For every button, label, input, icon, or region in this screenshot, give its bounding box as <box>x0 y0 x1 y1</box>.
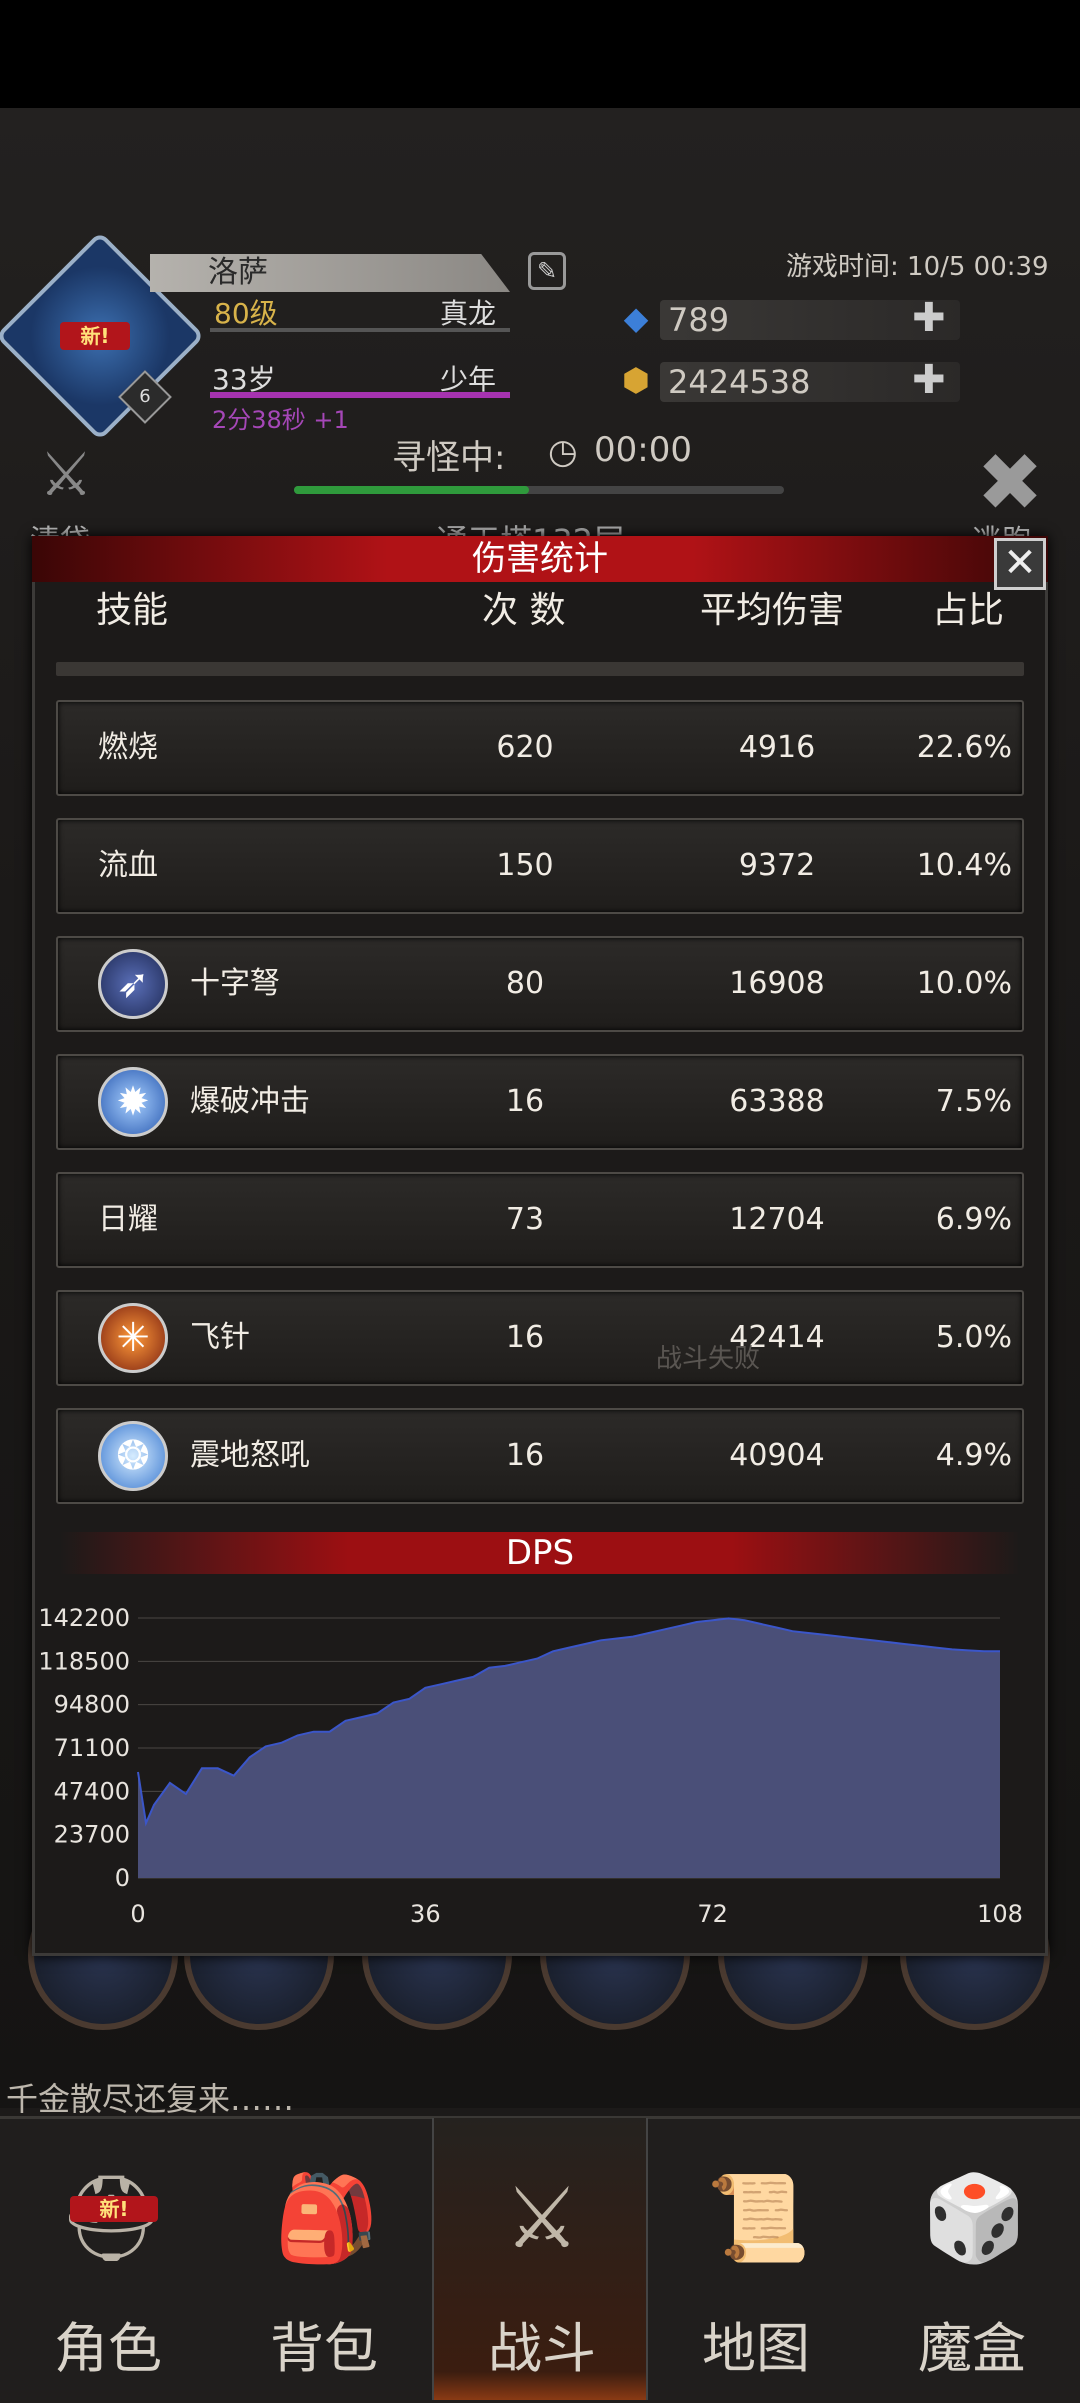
column-header-count: 次 数 <box>482 590 566 631</box>
edit-icon[interactable]: ✎ <box>528 252 566 290</box>
hunting-progress-fill <box>294 486 530 494</box>
skill-name: 流血 <box>98 848 158 883</box>
nav-label: 角色 <box>54 2317 162 2380</box>
nav-item-3[interactable]: 📜 地图 <box>648 2118 864 2400</box>
gem-icon: ◆ <box>623 299 649 337</box>
player-name: 洛萨 <box>208 255 268 290</box>
skill-average-damage: 16908 <box>729 966 825 1001</box>
gold-count: 2424538 <box>668 363 811 401</box>
skill-ratio: 22.6% <box>916 730 1012 765</box>
skill-ratio: 6.9% <box>935 1202 1012 1237</box>
game-time: 游戏时间: 10/5 00:39 <box>786 252 1049 282</box>
needle-icon: ✳ <box>98 1303 168 1373</box>
player-level: 80级 <box>214 297 278 330</box>
nav-item-1[interactable]: 🎒 背包 <box>216 2118 432 2400</box>
add-gems-icon[interactable]: ✚ <box>912 298 946 338</box>
skill-ratio: 4.9% <box>935 1438 1012 1473</box>
nav-new-badge: 新! <box>70 2196 158 2222</box>
y-tick-label: 71100 <box>54 1734 130 1762</box>
dps-chart: 142200 118500 94800 71100 47400 23700 00 36 72 10… <box>38 1604 1023 1928</box>
skill-count: 620 <box>496 730 554 765</box>
column-header-skill: 技能 <box>96 590 169 631</box>
skill-count: 16 <box>505 1320 545 1355</box>
y-tick-label: 23700 <box>54 1821 130 1849</box>
nav-item-0[interactable]: ⛑角色 <box>0 2118 216 2400</box>
close-button[interactable]: ✕ <box>994 538 1046 590</box>
nav-item-4[interactable]: 🎲 魔盒 <box>864 2118 1080 2400</box>
add-gold-icon[interactable]: ✚ <box>912 360 946 400</box>
gold-icon: ⬢ <box>622 361 650 399</box>
skill-ratio: 10.0% <box>916 966 1012 1001</box>
column-header-ratio: 占比 <box>932 590 1005 631</box>
avatar-level-text: 6 <box>139 386 151 407</box>
name-bar <box>150 254 510 292</box>
dps-title: DPS <box>505 1533 575 1573</box>
status-bar <box>0 0 1080 108</box>
skill-name: 爆破冲击 <box>190 1084 310 1119</box>
x-tick-label: 72 <box>697 1900 728 1928</box>
player-title: 真龙 <box>440 297 497 330</box>
y-tick-label: 142200 <box>38 1604 130 1632</box>
skill-name: 飞针 <box>190 1320 250 1355</box>
age-timer: 2分38秒 +1 <box>212 406 349 434</box>
roar-icon: ❂ <box>98 1421 168 1491</box>
skill-name: 震地怒吼 <box>190 1438 310 1473</box>
skill-count: 16 <box>505 1084 545 1119</box>
level-progress <box>210 328 510 332</box>
y-tick-label: 0 <box>115 1864 130 1892</box>
clock-icon: ◷ <box>548 432 578 472</box>
ticker-text: 千金散尽还复来…… <box>6 2080 295 2118</box>
skill-name: 十字弩 <box>190 966 280 1001</box>
scroll-map-icon: 📜 <box>706 2169 811 2267</box>
x-tick-label: 0 <box>130 1900 145 1928</box>
nav-label: 地图 <box>702 2317 810 2380</box>
backpack-icon: 🎒 <box>274 2169 379 2267</box>
gem-count: 789 <box>668 301 730 339</box>
blast-icon: ✹ <box>98 1067 168 1137</box>
skill-name: 燃烧 <box>98 730 158 765</box>
nav-label: 魔盒 <box>918 2317 1026 2380</box>
crossbow-icon: ➶ <box>98 949 168 1019</box>
hunting-label: 寻怪中: <box>392 438 506 478</box>
y-tick-label: 47400 <box>54 1777 130 1805</box>
x-tick-label: 108 <box>977 1900 1023 1928</box>
skill-name: 日耀 <box>98 1202 158 1237</box>
skill-average-damage: 4916 <box>738 730 816 765</box>
skill-count: 73 <box>505 1202 545 1237</box>
skill-count: 16 <box>505 1438 545 1473</box>
shield-sword-icon: ⚔ <box>504 2169 580 2267</box>
battle-result-text: 战斗失败 <box>656 1344 761 1374</box>
nav-item-2[interactable]: ⚔ 战斗 <box>432 2118 648 2400</box>
skill-count: 150 <box>496 848 554 883</box>
skill-average-damage: 63388 <box>729 1084 825 1119</box>
skill-average-damage: 12704 <box>729 1202 825 1237</box>
column-header-average: 平均伤害 <box>700 590 845 631</box>
avatar-new-badge: 新! <box>60 322 130 350</box>
nav-label: 背包 <box>270 2317 378 2380</box>
skill-average-damage: 9372 <box>738 848 816 883</box>
dps-area <box>138 1618 1000 1878</box>
skill-ratio: 5.0% <box>935 1320 1012 1355</box>
skill-average-damage: 40904 <box>729 1438 825 1473</box>
list-scroll-edge <box>56 662 1024 676</box>
age-progress <box>210 392 510 398</box>
x-tick-label: 36 <box>410 1900 441 1928</box>
modal-title: 伤害统计 <box>472 539 608 579</box>
nav-label: 战斗 <box>488 2317 596 2380</box>
skill-count: 80 <box>505 966 545 1001</box>
hunting-time: 00:00 <box>594 430 692 470</box>
y-tick-label: 118500 <box>38 1647 130 1675</box>
y-tick-label: 94800 <box>54 1691 130 1719</box>
skill-ratio: 10.4% <box>916 848 1012 883</box>
magic-box-icon: 🎲 <box>922 2169 1027 2267</box>
skill-ratio: 7.5% <box>935 1084 1012 1119</box>
